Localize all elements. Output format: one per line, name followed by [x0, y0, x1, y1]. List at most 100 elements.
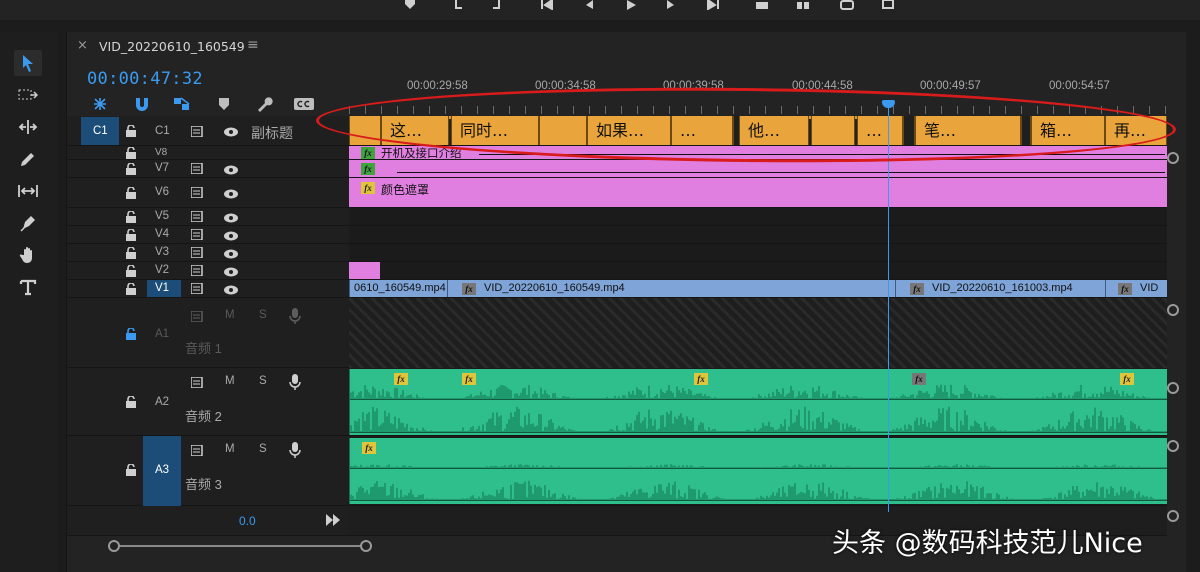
zoom-scroll-end-handle[interactable]	[360, 540, 372, 552]
track-select-icon[interactable]	[14, 82, 42, 108]
vertical-scroll-handle[interactable]	[1167, 382, 1179, 394]
lock-icon[interactable]	[125, 124, 137, 137]
button-editor-icon[interactable]	[880, 0, 894, 10]
close-icon[interactable]: ×	[77, 38, 88, 53]
eye-icon[interactable]	[223, 126, 239, 137]
video-clip[interactable]: 0610_160549.mp4	[349, 280, 447, 297]
microphone-icon[interactable]	[289, 374, 301, 393]
go-to-out-icon[interactable]	[706, 0, 720, 10]
eye-icon[interactable]	[223, 212, 239, 223]
track-name[interactable]: V2	[155, 264, 169, 276]
microphone-icon[interactable]	[289, 308, 301, 327]
track-name[interactable]: V7	[155, 162, 169, 174]
track-name[interactable]: V6	[155, 186, 169, 198]
mute-button[interactable]: M	[225, 443, 235, 455]
toggle-sync-icon[interactable]	[190, 444, 205, 457]
snap-icon[interactable]	[131, 95, 153, 113]
audio-clip[interactable]: fx fx fx fx fx	[349, 369, 1167, 435]
audio-clip[interactable]: fx	[349, 438, 1167, 504]
color-matte-clip[interactable]: fx 颜色遮罩	[349, 178, 1167, 207]
eye-icon[interactable]	[223, 188, 239, 199]
selection-tool-icon[interactable]	[14, 50, 42, 76]
eye-icon[interactable]	[223, 164, 239, 175]
add-marker-icon[interactable]	[213, 95, 235, 113]
solo-button[interactable]: S	[259, 375, 267, 387]
lock-icon[interactable]	[125, 463, 137, 476]
vertical-scroll-handle[interactable]	[1167, 152, 1179, 164]
lock-icon[interactable]	[125, 186, 137, 199]
step-back-icon[interactable]	[582, 0, 596, 10]
extract-icon[interactable]	[796, 0, 810, 10]
toggle-output-icon[interactable]	[190, 186, 205, 199]
toggle-output-icon[interactable]	[190, 210, 205, 223]
lock-icon[interactable]	[125, 146, 137, 159]
lock-icon[interactable]	[125, 210, 137, 223]
playhead-timecode[interactable]: 00:00:47:32	[87, 69, 203, 89]
captions-icon[interactable]	[293, 95, 315, 113]
pen-icon[interactable]	[14, 210, 42, 236]
mute-button[interactable]: M	[225, 375, 235, 387]
step-forward-icon[interactable]	[664, 0, 678, 10]
lock-icon[interactable]	[125, 327, 137, 340]
vertical-scroll-handle[interactable]	[1167, 440, 1179, 452]
graphics-clip[interactable]	[349, 262, 380, 279]
track-name[interactable]: V8	[155, 147, 167, 158]
master-volume-value[interactable]: 0.0	[239, 514, 256, 528]
hand-icon[interactable]	[14, 242, 42, 268]
export-frame-icon[interactable]	[840, 0, 854, 10]
lock-icon[interactable]	[125, 282, 137, 295]
eye-icon[interactable]	[223, 266, 239, 277]
toggle-output-icon[interactable]	[190, 228, 205, 241]
toggle-sync-icon[interactable]	[190, 376, 205, 389]
eye-icon[interactable]	[223, 230, 239, 241]
track-name[interactable]: V3	[155, 246, 169, 258]
settings-wrench-icon[interactable]	[253, 95, 275, 113]
slip-icon[interactable]	[14, 178, 42, 204]
solo-button[interactable]: S	[259, 443, 267, 455]
ripple-edit-icon[interactable]	[14, 114, 42, 140]
eye-icon[interactable]	[223, 284, 239, 295]
track-name[interactable]: A3	[155, 464, 169, 476]
playhead-line[interactable]	[888, 102, 889, 512]
microphone-icon[interactable]	[289, 442, 301, 461]
eye-icon[interactable]	[223, 248, 239, 259]
lock-icon[interactable]	[125, 228, 137, 241]
toggle-output-icon[interactable]	[190, 162, 205, 175]
panel-menu-icon[interactable]: ≡	[247, 37, 259, 53]
lock-icon[interactable]	[125, 395, 137, 408]
zoom-scroll-start-handle[interactable]	[108, 540, 120, 552]
mark-in-icon[interactable]	[452, 0, 466, 10]
track-name[interactable]: A1	[155, 328, 169, 340]
mute-button[interactable]: M	[225, 309, 235, 321]
toggle-output-icon[interactable]	[190, 264, 205, 277]
razor-icon[interactable]	[14, 146, 42, 172]
lock-icon[interactable]	[125, 246, 137, 259]
zoom-scrollbar-track[interactable]	[114, 545, 366, 547]
play-icon[interactable]	[624, 0, 638, 10]
toggle-output-icon[interactable]	[190, 246, 205, 259]
video-clip[interactable]: fx VID	[1105, 280, 1167, 297]
sequence-title[interactable]: VID_20220610_160549	[99, 39, 245, 54]
mark-out-icon[interactable]	[489, 0, 503, 10]
type-icon[interactable]	[14, 274, 42, 300]
lock-icon[interactable]	[125, 162, 137, 175]
toggle-output-icon[interactable]	[190, 282, 205, 295]
go-to-in-icon[interactable]	[540, 0, 554, 10]
go-to-end-icon[interactable]	[325, 514, 341, 529]
track-name[interactable]: V1	[155, 282, 169, 294]
track-name[interactable]: C1	[155, 125, 170, 137]
marker-icon[interactable]	[403, 0, 417, 10]
graphics-clip[interactable]: fx	[349, 160, 1167, 177]
lift-icon[interactable]	[755, 0, 769, 10]
video-clip[interactable]: fx VID_20220610_160549.mp4	[447, 280, 895, 297]
track-name[interactable]: A2	[155, 396, 169, 408]
vertical-scroll-handle[interactable]	[1167, 510, 1179, 522]
solo-button[interactable]: S	[259, 309, 267, 321]
toggle-sync-icon[interactable]	[190, 310, 205, 323]
sequence-tab[interactable]: × VID_20220610_160549 ≡	[67, 32, 1187, 60]
toggle-sync-icon[interactable]	[190, 125, 205, 138]
lock-icon[interactable]	[125, 264, 137, 277]
track-name[interactable]: V5	[155, 210, 169, 222]
linked-selection-icon[interactable]	[171, 95, 193, 113]
video-clip[interactable]: fx VID_20220610_161003.mp4	[895, 280, 1105, 297]
